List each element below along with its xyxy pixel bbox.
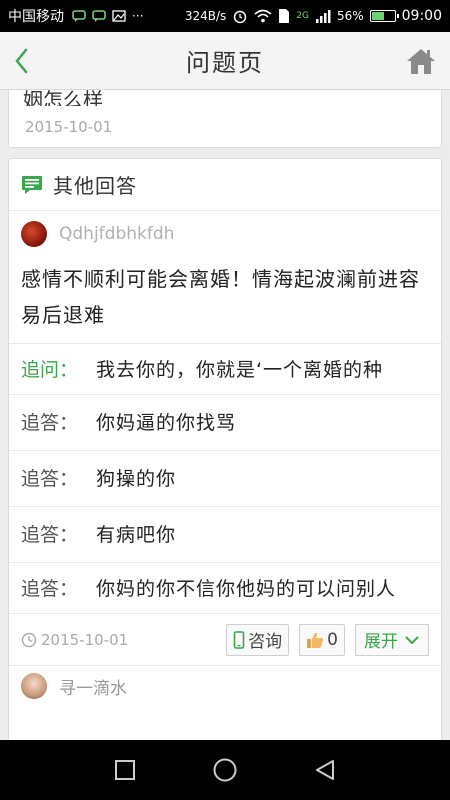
- clock: 09:00: [401, 8, 442, 24]
- home-icon: [407, 49, 435, 74]
- expand-button[interactable]: 展开: [355, 623, 429, 656]
- back-nav-button[interactable]: [310, 755, 340, 785]
- avatar[interactable]: [21, 221, 47, 247]
- notification-icons: ···: [72, 9, 143, 23]
- question-text: 姻怎么样: [23, 88, 103, 106]
- like-button[interactable]: 0: [299, 623, 345, 656]
- sim-card-icon: [279, 9, 290, 23]
- consult-label: 咨询: [248, 632, 283, 652]
- follow-up-label: 追答：: [21, 578, 79, 600]
- wifi-icon: [254, 9, 272, 23]
- username[interactable]: 寻一滴水: [59, 674, 127, 699]
- follow-up-text: 你妈的你不信你他妈的可以问别人: [96, 578, 397, 600]
- answer-date: 2015-10-01: [21, 631, 128, 649]
- other-answers-card: 其他回答 Qdhjfdbhkfdh 感情不顺利可能会离婚！情海起波澜前进容易后退…: [8, 158, 442, 758]
- clock-icon: [21, 632, 37, 647]
- follow-up-label: 追问：: [21, 359, 79, 381]
- square-icon: [115, 760, 135, 780]
- next-answer-author[interactable]: 寻一滴水: [9, 666, 441, 706]
- like-count: 0: [327, 629, 338, 650]
- expand-label: 展开: [364, 632, 398, 652]
- username[interactable]: Qdhjfdbhkfdh: [59, 224, 174, 244]
- follow-up-item: 追答： 你妈逼的你找骂: [9, 395, 441, 451]
- comment-list-icon: [22, 175, 42, 194]
- page-title: 问题页: [186, 49, 264, 77]
- follow-up-text: 你妈逼的你找骂: [96, 411, 237, 434]
- answer-actions: 2015-10-01 咨询 0 展开: [9, 614, 441, 666]
- circle-icon: [213, 758, 237, 782]
- thumbs-up-icon: [306, 631, 324, 649]
- follow-up-label: 追答：: [21, 411, 79, 434]
- battery-percent: 56%: [336, 9, 364, 23]
- follow-up-item: 追答： 你妈的你不信你他妈的可以问别人: [9, 563, 441, 614]
- follow-up-item: 追问： 我去你的，你就是‘一个离婚的种: [9, 344, 441, 395]
- network-speed: 324B/s: [184, 9, 227, 23]
- section-header: 其他回答: [9, 159, 441, 211]
- recent-apps-button[interactable]: [110, 755, 140, 785]
- chevron-left-icon: [15, 48, 28, 74]
- alarm-icon: [234, 10, 247, 24]
- answer-text: 感情不顺利可能会离婚！情海起波澜前进容易后退难: [9, 257, 441, 344]
- chat-icon: [92, 10, 106, 22]
- follow-up-item: 追答： 狗操的你: [9, 451, 441, 507]
- follow-up-item: 追答： 有病吧你: [9, 507, 441, 563]
- chat-icon: [72, 10, 86, 22]
- image-icon: [112, 10, 126, 22]
- system-nav-bar: [0, 740, 450, 800]
- follow-up-text: 我去你的，你就是‘一个离婚的种: [96, 359, 384, 381]
- chevron-down-icon: [404, 634, 420, 646]
- more-icon: ···: [132, 9, 144, 23]
- follow-up-label: 追答：: [21, 467, 79, 490]
- battery-icon: [369, 10, 399, 22]
- phone-icon: [233, 630, 245, 649]
- triangle-back-icon: [316, 760, 334, 780]
- answer-date-text: 2015-10-01: [41, 630, 129, 649]
- network-type: 2G: [296, 11, 309, 21]
- carrier-name: 中国移动: [8, 9, 64, 25]
- avatar[interactable]: [21, 673, 47, 699]
- signal-icon: [315, 10, 331, 23]
- status-bar: 中国移动 ··· 324B/s 2G 56% 09:00: [0, 0, 450, 32]
- question-date: 2015-10-01: [25, 118, 113, 136]
- back-button[interactable]: [8, 44, 40, 78]
- consult-button[interactable]: 咨询: [226, 623, 290, 656]
- follow-up-text: 有病吧你: [96, 523, 177, 546]
- question-card: 姻怎么样 2015-10-01: [8, 88, 442, 148]
- app-header: 问题页: [0, 32, 450, 90]
- home-nav-button[interactable]: [210, 755, 240, 785]
- follow-up-label: 追答：: [21, 523, 79, 546]
- section-title: 其他回答: [53, 174, 137, 198]
- follow-up-text: 狗操的你: [96, 467, 177, 490]
- answer-author[interactable]: Qdhjfdbhkfdh: [9, 211, 441, 257]
- home-button[interactable]: [404, 44, 438, 78]
